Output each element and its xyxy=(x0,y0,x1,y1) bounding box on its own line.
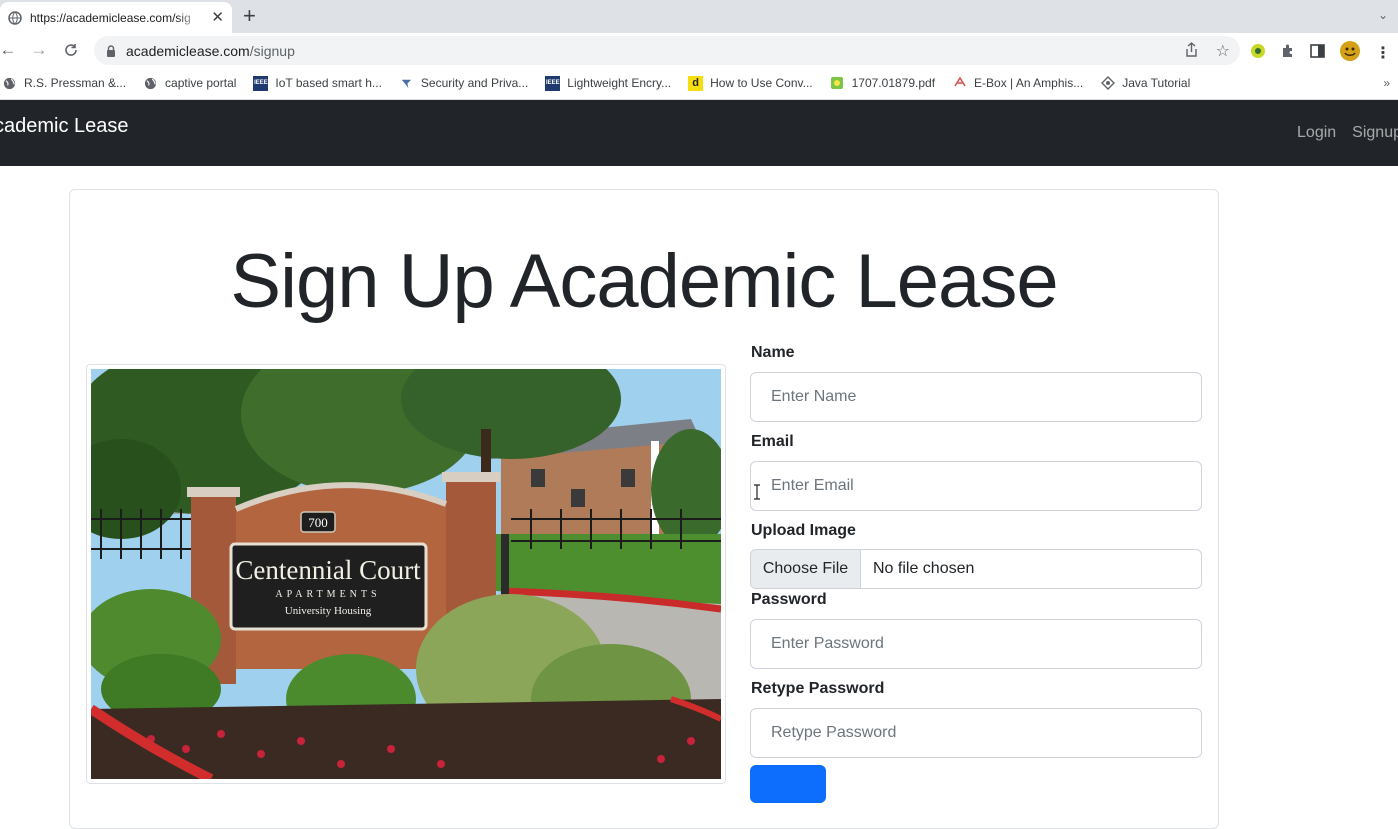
bookmarks-overflow-icon[interactable]: » xyxy=(1383,76,1390,90)
bookmark-label: Security and Priva... xyxy=(420,76,529,90)
puzzle-icon[interactable] xyxy=(1280,43,1296,64)
image-file-input[interactable]: Choose File No file chosen xyxy=(750,549,1202,589)
bookmarks-bar: R.S. Pressman &... captive portal IEEE I… xyxy=(0,67,1398,100)
browser-toolbar: ← → academiclease.com/signup ☆ ⋮ xyxy=(0,33,1398,67)
bookmark-item[interactable]: Security and Priva... xyxy=(399,76,528,91)
share-icon[interactable] xyxy=(1185,42,1198,62)
java-icon xyxy=(1100,76,1115,91)
email-label: Email xyxy=(751,433,794,450)
password-label: Password xyxy=(751,591,827,608)
globe-icon xyxy=(8,10,22,25)
bookmark-item[interactable]: Java Tutorial xyxy=(1100,76,1190,91)
bookmark-item[interactable]: d How to Use Conv... xyxy=(688,75,813,91)
browser-tabstrip: https://academiclease.com/sig ✕ + ⌄ xyxy=(0,0,1398,33)
globe-icon xyxy=(2,76,17,91)
tab-title: https://academiclease.com/sig xyxy=(30,10,191,25)
password-input[interactable] xyxy=(750,619,1202,669)
bookmark-item[interactable]: IEEE Lightweight Encry... xyxy=(545,75,672,91)
ieee-icon: IEEE xyxy=(545,75,561,91)
page-title: Sign Up Academic Lease xyxy=(230,239,1058,324)
submit-button[interactable] xyxy=(750,765,826,803)
browser-menu-icon[interactable]: ⋮ xyxy=(1375,45,1391,61)
extension-icon[interactable] xyxy=(1250,43,1266,64)
text-cursor-icon xyxy=(754,484,760,500)
bookmark-label: Java Tutorial xyxy=(1122,76,1191,90)
bookmark-item[interactable]: R.S. Pressman &... xyxy=(2,76,126,91)
bookmark-item[interactable]: captive portal xyxy=(143,76,236,91)
name-label: Name xyxy=(751,344,795,361)
extensions-row: ⋮ xyxy=(1250,40,1391,67)
sign-tagline: University Housing xyxy=(285,605,372,617)
new-tab-button[interactable]: + xyxy=(243,4,256,28)
bookmark-item[interactable]: E-Box | An Amphis... xyxy=(952,76,1083,91)
bookmark-label: IoT based smart h... xyxy=(275,76,382,90)
property-photo: 700 Centennial Court APARTMENTS Universi… xyxy=(91,369,721,779)
bookmark-label: E-Box | An Amphis... xyxy=(974,76,1084,90)
address-bar[interactable]: academiclease.com/signup ☆ xyxy=(94,36,1240,65)
bookmark-label: 1707.01879.pdf xyxy=(851,76,936,90)
reload-icon[interactable] xyxy=(61,40,81,60)
name-input[interactable] xyxy=(750,372,1202,422)
bookmark-label: captive portal xyxy=(165,76,237,90)
d-icon: d xyxy=(688,75,704,91)
signup-link[interactable]: Signup xyxy=(1352,124,1398,142)
leaf-icon xyxy=(399,76,414,91)
close-tab-icon[interactable]: ✕ xyxy=(211,10,224,25)
bookmark-label: How to Use Conv... xyxy=(710,76,813,90)
tab-search-chevron-icon[interactable]: ⌄ xyxy=(1378,8,1388,22)
file-status-text: No file chosen xyxy=(873,560,975,577)
upload-image-label: Upload Image xyxy=(751,522,856,539)
url-host: academiclease.com xyxy=(126,42,250,59)
omnibox-actions: ☆ xyxy=(1185,42,1230,62)
browser-tab-active[interactable]: https://academiclease.com/sig ✕ xyxy=(0,2,232,33)
retype-password-label: Retype Password xyxy=(751,680,885,697)
bookmark-star-icon[interactable]: ☆ xyxy=(1216,44,1230,60)
profile-avatar[interactable] xyxy=(1339,40,1361,67)
lock-icon xyxy=(106,44,116,57)
back-arrow-icon[interactable]: ← xyxy=(0,40,18,60)
address-number: 700 xyxy=(308,515,328,530)
pdf-icon xyxy=(830,76,845,91)
email-input[interactable] xyxy=(750,461,1202,511)
login-link[interactable]: Login xyxy=(1297,124,1336,142)
bookmark-label: Lightweight Encry... xyxy=(567,76,672,90)
retype-password-input[interactable] xyxy=(750,708,1202,758)
sign-title: Centennial Court xyxy=(235,555,421,585)
sign-subtitle: APARTMENTS xyxy=(275,589,380,600)
forward-arrow-icon[interactable]: → xyxy=(29,40,49,60)
side-panel-icon[interactable] xyxy=(1310,44,1325,63)
ebox-icon xyxy=(952,76,967,91)
site-navbar: cademic Lease Login Signup xyxy=(0,100,1398,166)
url-path: /signup xyxy=(249,42,295,59)
choose-file-button[interactable]: Choose File xyxy=(751,550,861,588)
ieee-icon: IEEE xyxy=(253,75,269,91)
property-photo-frame: 700 Centennial Court APARTMENTS Universi… xyxy=(86,364,726,784)
bookmark-item[interactable]: 1707.01879.pdf xyxy=(830,76,935,91)
globe-icon xyxy=(143,76,158,91)
navbar-brand[interactable]: cademic Lease xyxy=(0,115,129,138)
navbar-links: Login Signup xyxy=(1297,124,1398,142)
bookmark-label: R.S. Pressman &... xyxy=(24,76,127,90)
bookmark-item[interactable]: IEEE IoT based smart h... xyxy=(253,75,382,91)
